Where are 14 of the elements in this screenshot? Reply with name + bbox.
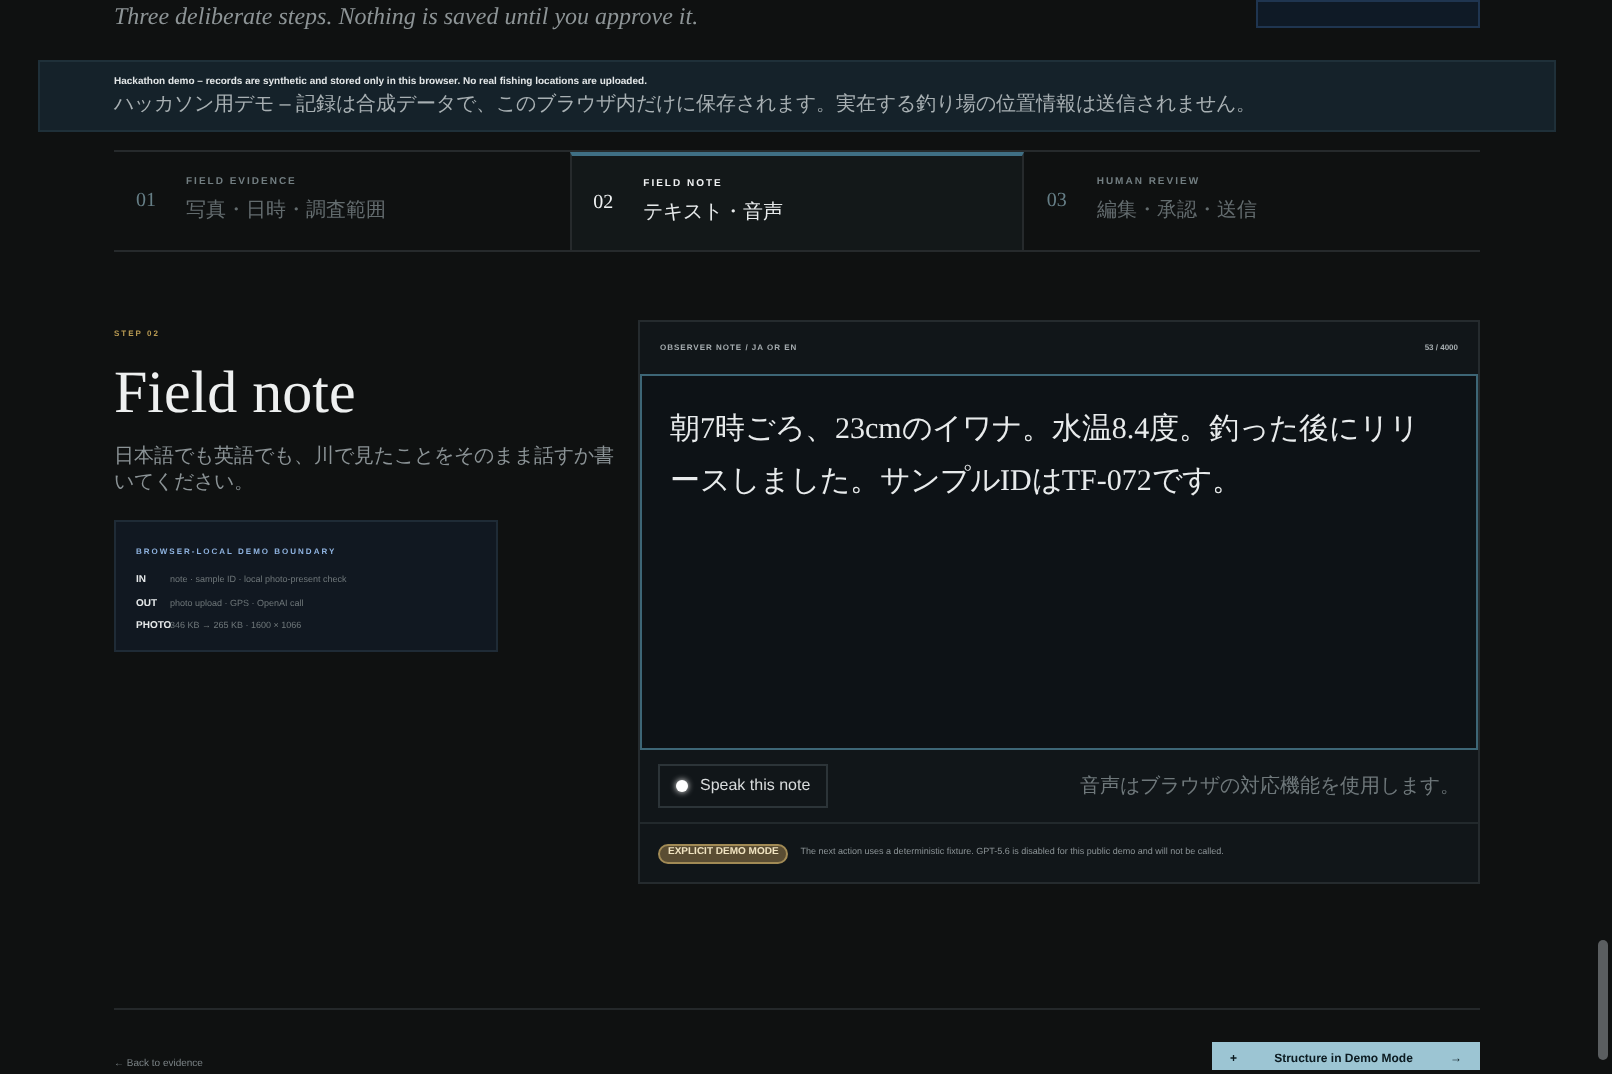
step-subtitle: 写真・日時・調査範囲 <box>186 197 386 227</box>
note-input[interactable]: 朝7時ごろ、23cmのイワナ。水温8.4度。釣った後にリリースしました。サンプルIDはTF-072です。 <box>640 374 1478 750</box>
speak-button[interactable]: Speak this note <box>658 764 829 808</box>
step-subtitle: 編集・承認・送信 <box>1096 197 1257 227</box>
intro-subtitle: Three deliberate steps. Nothing is saved until you approve it. <box>114 0 699 32</box>
speak-hint: 音声はブラウザの対応機能を使用します。 <box>1080 773 1460 801</box>
step-number: 02 <box>593 190 614 218</box>
section-description: 日本語でも英語でも、川で見たことをそのまま話すか書いてください。 <box>114 444 614 496</box>
step-number: 03 <box>1046 188 1067 216</box>
step-subtitle: テキスト・音声 <box>643 199 784 229</box>
step-number: 01 <box>136 188 156 216</box>
section-heading: Field note <box>114 360 358 428</box>
scrollbar-thumb[interactable] <box>1598 940 1608 1060</box>
banner-subtitle: ハッカソン用デモ – 記録は合成データで、このブラウザ内だけに保存されます。実在する釣り場の位置情報は送信されません。 <box>114 93 1259 117</box>
